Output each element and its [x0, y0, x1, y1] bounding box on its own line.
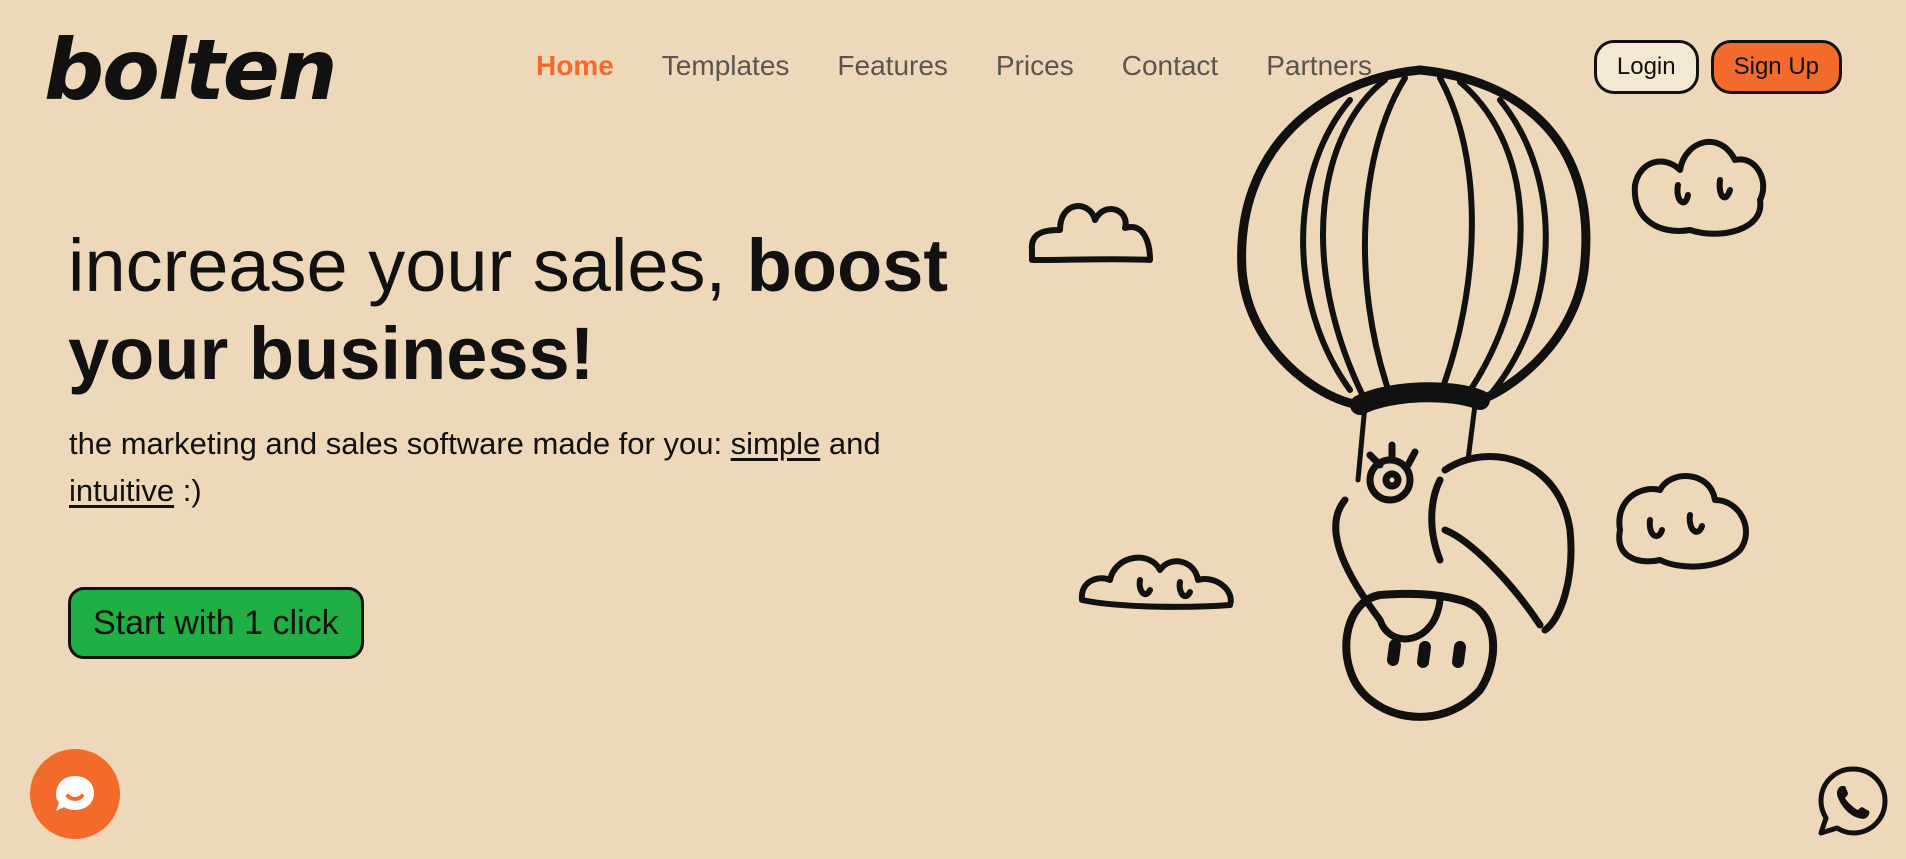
- balloon-illustration: [1028, 65, 1767, 721]
- cloud-bottom-right: [1616, 473, 1749, 570]
- nav-item-home[interactable]: Home: [536, 50, 614, 82]
- whatsapp-icon: [1818, 766, 1888, 836]
- hero-subtitle-middle: and: [820, 426, 881, 461]
- balloon-stripes: [1300, 75, 1549, 403]
- start-cta-button[interactable]: Start with 1 click: [68, 587, 364, 659]
- hero-subtitle-suffix: :): [174, 473, 202, 508]
- intuitive-link[interactable]: intuitive: [69, 473, 174, 508]
- toucan: [1332, 441, 1575, 643]
- landing-page: bolten Home Templates Features Prices Co…: [0, 0, 1906, 859]
- balloon-basket: [1342, 589, 1498, 721]
- nav-item-templates[interactable]: Templates: [662, 50, 790, 82]
- brand-logo[interactable]: bolten: [44, 28, 338, 112]
- hero-subtitle: the marketing and sales software made fo…: [69, 420, 929, 514]
- auth-buttons: Login Sign Up: [1593, 40, 1842, 94]
- cloud-top-left: [1028, 203, 1153, 263]
- whatsapp-button[interactable]: [1816, 764, 1890, 838]
- chat-bubble-icon: [56, 776, 94, 811]
- login-button[interactable]: Login: [1593, 40, 1699, 94]
- nav-item-features[interactable]: Features: [837, 50, 948, 82]
- chat-widget-button[interactable]: [30, 749, 120, 839]
- signup-button[interactable]: Sign Up: [1710, 40, 1842, 94]
- cloud-top-right: [1631, 139, 1767, 237]
- cloud-bottom-left: [1078, 554, 1234, 610]
- hero-title: increase your sales, boost your business…: [68, 222, 968, 398]
- hero-subtitle-prefix: the marketing and sales software made fo…: [69, 426, 731, 461]
- balloon-envelope: [1237, 65, 1591, 415]
- hero-title-regular: increase your sales,: [68, 224, 747, 307]
- simple-link[interactable]: simple: [731, 426, 821, 461]
